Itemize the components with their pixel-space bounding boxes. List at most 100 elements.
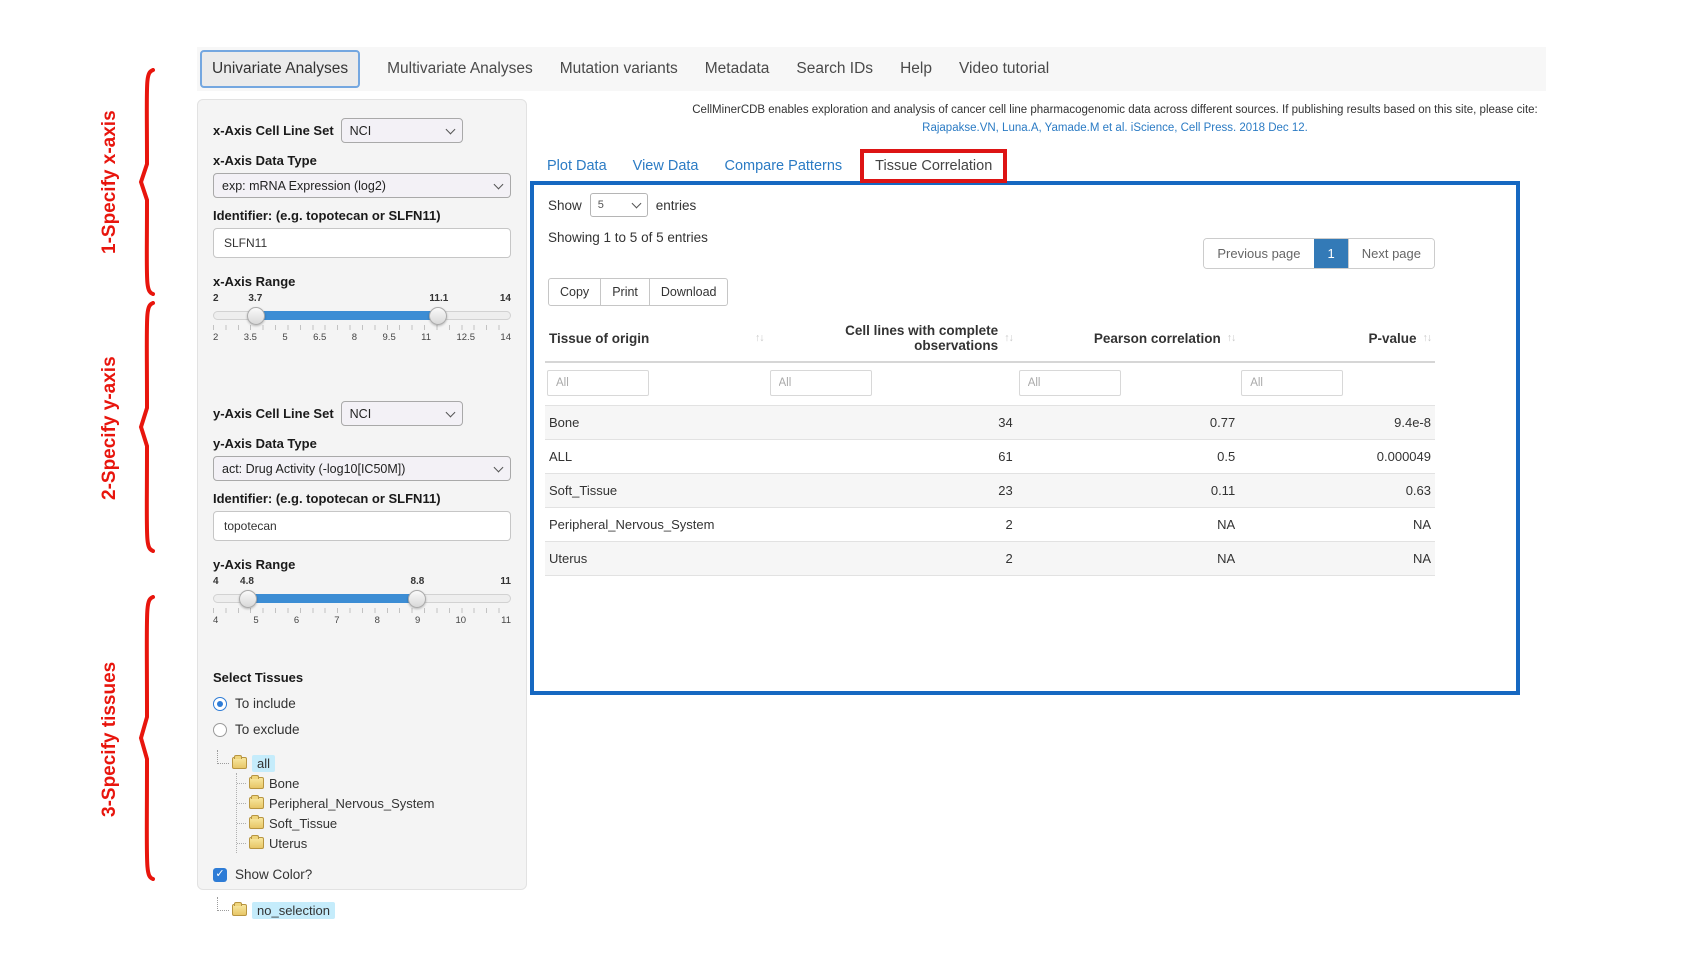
table-row[interactable]: ALL 61 0.5 0.000049 <box>545 440 1435 474</box>
to-exclude-radio[interactable] <box>213 723 227 737</box>
x-range-tick-labels: 2 3.5 5 6.5 8 9.5 11 12.5 14 <box>213 332 511 343</box>
next-page-button[interactable]: Next page <box>1348 239 1434 268</box>
x-axis-cell-line-set-select[interactable]: NCI <box>341 118 463 143</box>
tissue-tree: all Bone Peripheral_Nervous_System Soft_… <box>217 753 511 853</box>
x-axis-data-type-select[interactable]: exp: mRNA Expression (log2) <box>213 173 511 198</box>
tree-node-all[interactable]: all <box>217 753 511 773</box>
x-axis-identifier-input[interactable] <box>213 228 511 258</box>
previous-page-button[interactable]: Previous page <box>1204 239 1313 268</box>
chevron-down-icon <box>494 462 504 472</box>
y-axis-cell-line-set-select[interactable]: NCI <box>341 401 463 426</box>
header-p-value[interactable]: P-value <box>1239 315 1435 362</box>
tab-compare-patterns[interactable]: Compare Patterns <box>724 158 842 174</box>
chevron-down-icon <box>445 124 455 134</box>
top-navigation: Univariate Analyses Multivariate Analyse… <box>197 47 1546 91</box>
to-include-option[interactable]: To include <box>213 696 511 711</box>
x-range-low-handle[interactable] <box>247 307 265 325</box>
tree-node-all-label: all <box>252 755 275 772</box>
cell-tissue: Peripheral_Nervous_System <box>545 508 768 542</box>
header-label: Pearson correlation <box>1094 331 1221 346</box>
tree-node-no-selection-label: no_selection <box>252 902 335 919</box>
header-cell-lines[interactable]: Cell lines with complete observations <box>768 315 1017 362</box>
y-range-low-value: 4.8 <box>240 576 254 587</box>
tree-node-no-selection[interactable]: no_selection <box>217 900 511 920</box>
y-range-low-handle[interactable] <box>239 590 257 608</box>
cell-count: 61 <box>768 440 1017 474</box>
table-row[interactable]: Uterus 2 NA NA <box>545 542 1435 576</box>
nav-item-search-ids[interactable]: Search IDs <box>796 60 873 78</box>
nav-item-video-tutorial[interactable]: Video tutorial <box>959 60 1049 78</box>
x-range-track[interactable] <box>213 311 511 320</box>
folder-icon <box>232 904 247 916</box>
y-axis-identifier-input[interactable] <box>213 511 511 541</box>
nav-item-help[interactable]: Help <box>900 60 932 78</box>
annotation-step3-label: 3-Specify tissues <box>99 600 121 878</box>
filter-cell-lines-input[interactable] <box>770 370 872 396</box>
tick-label: 5 <box>282 332 287 343</box>
tick-label: 6.5 <box>313 332 326 343</box>
annotation-step2-label: 2-Specify y-axis <box>99 306 121 551</box>
tick-label: 8 <box>375 615 380 626</box>
tick-label: 5 <box>253 615 258 626</box>
entries-count-value: 5 <box>598 199 604 211</box>
y-axis-range-slider[interactable]: 4 4.8 8.8 11 4 5 6 7 8 9 10 11 <box>213 576 511 626</box>
cell-tissue: Bone <box>545 406 768 440</box>
show-color-label: Show Color? <box>235 867 312 882</box>
tab-plot-data[interactable]: Plot Data <box>547 158 607 174</box>
download-button[interactable]: Download <box>649 278 729 306</box>
tree-connector <box>217 750 229 764</box>
cell-p-value: 0.63 <box>1239 474 1435 508</box>
nav-item-mutation-variants[interactable]: Mutation variants <box>560 60 678 78</box>
nav-item-univariate-analyses[interactable]: Univariate Analyses <box>200 50 360 88</box>
filter-pearson-input[interactable] <box>1019 370 1121 396</box>
x-range-high-value: 11.1 <box>429 293 448 304</box>
copy-button[interactable]: Copy <box>548 278 601 306</box>
to-exclude-option[interactable]: To exclude <box>213 722 511 737</box>
x-axis-range-slider[interactable]: 2 3.7 11.1 14 2 3.5 5 6.5 8 9.5 11 12.5 … <box>213 293 511 343</box>
tick-label: 2 <box>213 332 218 343</box>
x-axis-identifier-label: Identifier: (e.g. topotecan or SLFN11) <box>213 208 511 223</box>
x-range-tickmarks <box>213 325 511 330</box>
nav-item-metadata[interactable]: Metadata <box>705 60 770 78</box>
tree-node-peripheral-nervous-system[interactable]: Peripheral_Nervous_System <box>237 793 511 813</box>
show-color-checkbox[interactable] <box>213 868 227 882</box>
tree-node-soft-tissue[interactable]: Soft_Tissue <box>237 813 511 833</box>
showing-entries-status: Showing 1 to 5 of 5 entries <box>548 230 708 245</box>
tab-view-data[interactable]: View Data <box>633 158 699 174</box>
entries-count-select[interactable]: 5 <box>590 193 648 217</box>
table-row[interactable]: Peripheral_Nervous_System 2 NA NA <box>545 508 1435 542</box>
cell-tissue: Soft_Tissue <box>545 474 768 508</box>
filter-tissue-input[interactable] <box>547 370 649 396</box>
annotation-step1-label: 1-Specify x-axis <box>99 75 121 290</box>
header-tissue-of-origin[interactable]: Tissue of origin <box>545 315 768 362</box>
data-tabs: Plot Data View Data Compare Patterns Tis… <box>547 149 1007 183</box>
y-axis-cell-line-set-value: NCI <box>350 407 372 421</box>
show-color-option[interactable]: Show Color? <box>213 867 511 882</box>
y-axis-data-type-select[interactable]: act: Drug Activity (-log10[IC50M]) <box>213 456 511 481</box>
cell-pearson: 0.5 <box>1017 440 1240 474</box>
table-row[interactable]: Soft_Tissue 23 0.11 0.63 <box>545 474 1435 508</box>
print-button[interactable]: Print <box>600 278 650 306</box>
header-pearson-correlation[interactable]: Pearson correlation <box>1017 315 1240 362</box>
folder-icon <box>249 837 264 849</box>
y-range-high-handle[interactable] <box>408 590 426 608</box>
cell-pearson: 0.11 <box>1017 474 1240 508</box>
citation-link[interactable]: Rajapakse.VN, Luna.A, Yamade.M et al. iS… <box>540 122 1690 134</box>
nav-item-multivariate-analyses[interactable]: Multivariate Analyses <box>387 60 533 78</box>
tree-node-label: Uterus <box>269 836 307 851</box>
filter-p-value-input[interactable] <box>1241 370 1343 396</box>
tick-label: 12.5 <box>456 332 475 343</box>
tab-tissue-correlation[interactable]: Tissue Correlation <box>860 149 1007 183</box>
table-row[interactable]: Bone 34 0.77 9.4e-8 <box>545 406 1435 440</box>
tree-node-bone[interactable]: Bone <box>237 773 511 793</box>
folder-icon <box>249 777 264 789</box>
x-range-high-handle[interactable] <box>429 307 447 325</box>
y-range-max-label: 11 <box>500 576 511 587</box>
sort-icon <box>1004 332 1013 344</box>
to-include-radio[interactable] <box>213 697 227 711</box>
tree-node-uterus[interactable]: Uterus <box>237 833 511 853</box>
page-1-button[interactable]: 1 <box>1314 239 1348 268</box>
y-range-track[interactable] <box>213 594 511 603</box>
citation-text: CellMinerCDB enables exploration and ana… <box>540 104 1690 116</box>
x-axis-cell-line-set-value: NCI <box>350 124 372 138</box>
